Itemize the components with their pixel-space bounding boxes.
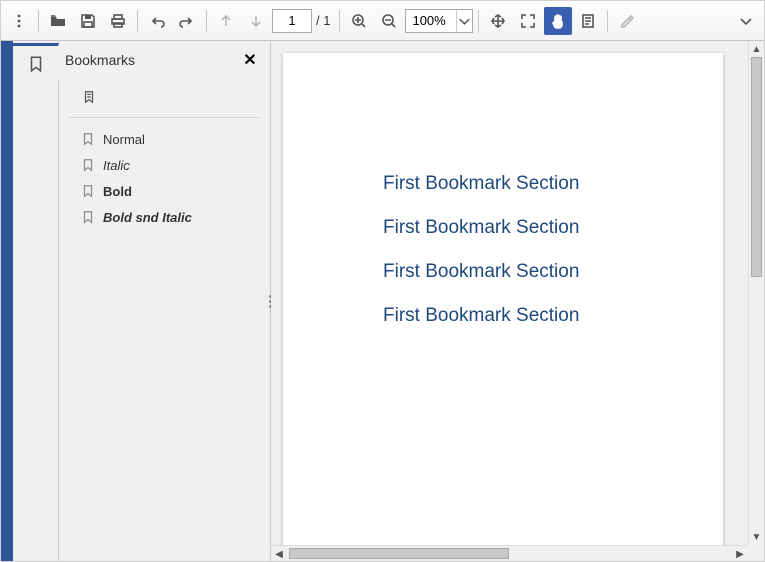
- document-page: First Bookmark Section First Bookmark Se…: [283, 53, 723, 561]
- page-number-input[interactable]: [272, 9, 312, 33]
- bookmark-item[interactable]: Bold: [81, 178, 270, 204]
- overflow-menu-button[interactable]: [732, 7, 760, 35]
- bookmark-item[interactable]: Normal: [81, 126, 270, 152]
- bookmark-item[interactable]: Italic: [81, 152, 270, 178]
- menu-button[interactable]: [5, 7, 33, 35]
- close-panel-button[interactable]: ✕: [240, 50, 260, 70]
- scroll-corner: [748, 545, 764, 561]
- panel-title: Bookmarks: [65, 52, 240, 68]
- horizontal-scroll-thumb[interactable]: [289, 548, 509, 559]
- document-viewport[interactable]: First Bookmark Section First Bookmark Se…: [271, 41, 764, 561]
- panel-header: Bookmarks ✕: [59, 41, 270, 79]
- vertical-scrollbar[interactable]: ▲ ▼: [748, 41, 764, 545]
- zoom-combo[interactable]: 100%: [405, 9, 473, 33]
- redo-button[interactable]: [173, 7, 201, 35]
- horizontal-scrollbar[interactable]: ◀ ▶: [271, 545, 748, 561]
- bookmark-icon: [81, 184, 95, 198]
- fit-page-button[interactable]: [514, 7, 542, 35]
- bookmark-label: Normal: [103, 132, 145, 147]
- bookmark-label: Bold: [103, 184, 132, 199]
- scroll-up-icon[interactable]: ▲: [749, 41, 764, 57]
- vertical-scroll-thumb[interactable]: [751, 57, 762, 277]
- pan-tool-button[interactable]: [544, 7, 572, 35]
- open-button[interactable]: [44, 7, 72, 35]
- page-total-label: / 1: [316, 13, 330, 28]
- bookmark-item[interactable]: Bold snd Italic: [81, 204, 270, 230]
- scroll-right-icon[interactable]: ▶: [732, 546, 748, 561]
- bookmarks-tab[interactable]: [13, 43, 59, 81]
- body-area: Bookmarks ✕ Normal Italic B: [1, 41, 764, 561]
- left-accent-strip: [1, 41, 13, 561]
- scroll-down-icon[interactable]: ▼: [749, 529, 764, 545]
- document-heading: First Bookmark Section: [383, 305, 723, 327]
- undo-button[interactable]: [143, 7, 171, 35]
- fit-width-button[interactable]: [484, 7, 512, 35]
- bookmark-label: Italic: [103, 158, 130, 173]
- side-tab-strip: [13, 41, 59, 561]
- bookmark-icon: [81, 158, 95, 172]
- document-heading: First Bookmark Section: [383, 217, 723, 239]
- document-heading: First Bookmark Section: [383, 173, 723, 195]
- pdf-viewer-app: / 1 100%: [0, 0, 765, 562]
- next-page-button[interactable]: [242, 7, 270, 35]
- bookmarks-panel: Bookmarks ✕ Normal Italic B: [59, 41, 271, 561]
- bookmark-icon: [81, 210, 95, 224]
- select-tool-button[interactable]: [574, 7, 602, 35]
- bookmark-label: Bold snd Italic: [103, 210, 192, 225]
- highlight-tool-button[interactable]: [613, 7, 641, 35]
- zoom-dropdown-icon[interactable]: [456, 10, 472, 32]
- zoom-value: 100%: [406, 13, 456, 28]
- main-toolbar: / 1 100%: [1, 1, 764, 41]
- zoom-out-button[interactable]: [375, 7, 403, 35]
- bookmarks-list: Normal Italic Bold Bold snd Italic: [59, 118, 270, 230]
- bookmark-options-button[interactable]: [77, 85, 101, 109]
- panel-toolbar: [69, 79, 260, 118]
- bookmark-icon: [81, 132, 95, 146]
- print-button[interactable]: [104, 7, 132, 35]
- prev-page-button[interactable]: [212, 7, 240, 35]
- document-area: First Bookmark Section First Bookmark Se…: [271, 41, 764, 561]
- zoom-in-button[interactable]: [345, 7, 373, 35]
- scroll-left-icon[interactable]: ◀: [271, 546, 287, 561]
- save-button[interactable]: [74, 7, 102, 35]
- document-heading: First Bookmark Section: [383, 261, 723, 283]
